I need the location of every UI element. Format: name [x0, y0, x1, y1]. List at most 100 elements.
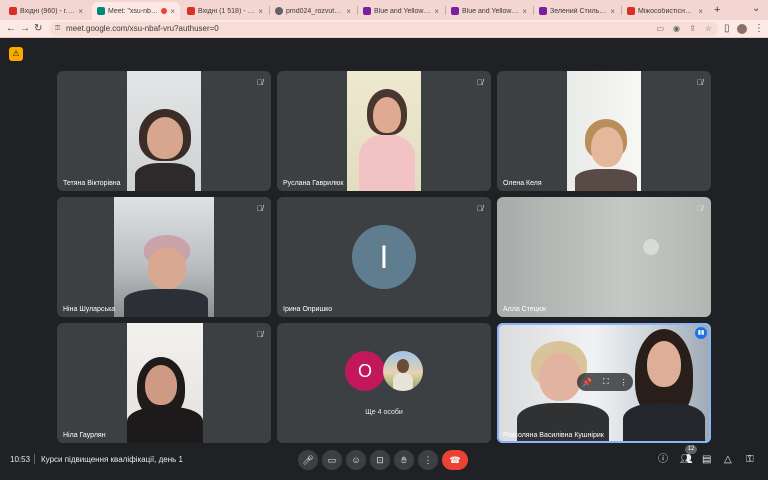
tab-title: Meet: "xsu-nbaf- — [108, 7, 159, 15]
canva-icon — [363, 7, 371, 15]
url-text: meet.google.com/xsu-nbaf-vru?authuser=0 — [66, 24, 219, 33]
tab-title: pmd024_rozvutok_m — [286, 7, 343, 15]
participant-tile[interactable]: 🎙̸ Ніна Шуларська — [57, 197, 271, 317]
forward-arrow-icon[interactable]: → — [20, 23, 30, 35]
meet-area: ⚠ 🎙̸ Тетяна Вікторівна 🎙̸ Руслана Гаврил… — [0, 38, 768, 480]
reload-icon[interactable]: ↻ — [34, 23, 42, 35]
tab-gmail-1[interactable]: Вхідні (960) - r.kus@ × — [4, 2, 88, 20]
participant-tile[interactable]: 🎙̸ Ніла Гаурлян — [57, 323, 271, 443]
mic-in-use-icon[interactable]: ◉ — [673, 22, 680, 36]
participant-name: Ніна Шуларська — [63, 306, 116, 313]
browser-toolbar: ← → ↻ ⚿ meet.google.com/xsu-nbaf-vru?aut… — [0, 20, 768, 38]
pin-icon[interactable]: 📌 — [582, 378, 592, 387]
side-panel-icon[interactable]: ▯ — [724, 23, 730, 35]
participant-tile[interactable]: 🎙̸ Руслана Гаврилюк — [277, 71, 491, 191]
mic-off-icon: 🎙̸ — [477, 78, 483, 87]
close-tab-icon[interactable]: × — [170, 7, 175, 16]
close-tab-icon[interactable]: × — [434, 7, 439, 16]
browser-menu-icon[interactable]: ⋮ — [754, 23, 764, 35]
face-shape — [373, 97, 401, 133]
activities-icon[interactable]: △ — [724, 455, 732, 465]
face-shape — [145, 365, 177, 405]
close-tab-icon[interactable]: × — [78, 7, 83, 16]
bookmark-star-icon[interactable]: ☆ — [705, 22, 712, 36]
tab-gmail-2[interactable]: Вхідні (1 518) - rocon × — [182, 2, 268, 20]
mic-off-icon: 🎙̸ — [697, 204, 703, 213]
leave-call-button[interactable]: ☎︎ — [442, 450, 468, 470]
emoji-button[interactable]: ☺ — [346, 450, 366, 470]
mic-button[interactable]: 🎤︎ — [298, 450, 318, 470]
meet-info-icon[interactable]: ⚠ — [9, 47, 23, 61]
tab-canva-1[interactable]: Blue and Yellow Playf × — [358, 2, 444, 20]
participant-video — [567, 71, 641, 191]
participant-video — [127, 71, 201, 191]
people-icon[interactable]: 👥︎ — [680, 455, 693, 465]
participant-name: Тетяна Вікторівна — [63, 180, 121, 187]
speaking-indicator-icon: ▮▮ — [695, 327, 707, 339]
face-shape — [539, 353, 581, 401]
globe-icon — [275, 7, 283, 15]
browser-tab-strip: Вхідні (960) - r.kus@ × Meet: "xsu-nbaf-… — [0, 0, 768, 20]
raise-hand-button[interactable]: ✋︎ — [394, 450, 414, 470]
tab-gmail-3[interactable]: Міжособистісний ко × — [622, 2, 708, 20]
camera-button[interactable]: ▭ — [322, 450, 342, 470]
body-shape — [575, 169, 637, 191]
participant-name: Роксоляна Василівна Кушнірик — [503, 432, 604, 439]
more-options-button[interactable]: ⋮ — [418, 450, 438, 470]
face-shape — [148, 247, 186, 289]
participant-tile[interactable]: 🎙̸ Олена Келя — [497, 71, 711, 191]
participant-video — [127, 323, 203, 443]
participant-tile[interactable]: 🎙̸ Алла Стецюк — [497, 197, 711, 317]
others-tile[interactable]: O Ще 4 особи — [277, 323, 491, 443]
participant-tile[interactable]: I 🎙̸ Ірина Опришко — [277, 197, 491, 317]
chat-icon[interactable]: ▤ — [702, 455, 711, 465]
tab-canva-2[interactable]: Blue and Yellow Playf × — [446, 2, 532, 20]
participant-name: Алла Стецюк — [503, 306, 547, 313]
tab-title: Blue and Yellow Playf — [374, 7, 432, 15]
light-fixture-shape — [643, 239, 659, 255]
more-vert-icon[interactable]: ⋮ — [620, 378, 628, 387]
close-tab-icon[interactable]: × — [346, 7, 351, 16]
meeting-details-icon[interactable]: ⓘ — [658, 455, 668, 465]
participant-name: Ірина Опришко — [283, 306, 333, 313]
close-tab-icon[interactable]: × — [258, 7, 263, 16]
recording-dot-icon — [161, 8, 168, 14]
face-shape — [397, 359, 409, 373]
present-button[interactable]: ⊡ — [370, 450, 390, 470]
mic-off-icon: 🎙̸ — [697, 78, 703, 87]
participant-video — [347, 71, 421, 191]
raise-hand-icon: ✋︎ — [401, 455, 407, 465]
body-shape — [359, 135, 415, 191]
face-shape — [591, 127, 623, 167]
share-icon[interactable]: ⇪ — [689, 22, 696, 36]
participant-tile-speaking[interactable]: 📌 ⛶ ⋮ ▮▮ Роксоляна Василівна Кушнірик — [497, 323, 711, 443]
meet-icon — [97, 7, 105, 15]
tab-meet[interactable]: Meet: "xsu-nbaf- × — [92, 2, 180, 20]
mic-off-icon: 🎙̸ — [257, 78, 263, 87]
present-screen-icon: ⊡ — [376, 455, 384, 465]
address-bar[interactable]: ⚿ meet.google.com/xsu-nbaf-vru?authuser=… — [50, 22, 718, 36]
camera-icon: ▭ — [327, 455, 337, 465]
tab-title: Зелений Стильний — [550, 7, 608, 15]
tab-title: Міжособистісний ко — [638, 7, 695, 15]
new-tab-button[interactable]: + — [714, 4, 720, 16]
host-controls-icon[interactable]: ⚿ — [746, 455, 754, 465]
close-tab-icon[interactable]: × — [522, 7, 527, 16]
site-info-icon[interactable]: ⚿ — [55, 22, 60, 36]
close-tab-icon[interactable]: × — [610, 7, 615, 16]
gmail-icon — [9, 7, 17, 15]
frame-icon[interactable]: ⛶ — [603, 377, 609, 387]
others-avatar-photo — [383, 351, 423, 391]
tab-canva-3[interactable]: Зелений Стильний × — [534, 2, 620, 20]
participant-video — [114, 197, 214, 317]
participant-tile[interactable]: 🎙̸ Тетяна Вікторівна — [57, 71, 271, 191]
tab-pmd024[interactable]: pmd024_rozvutok_m × — [270, 2, 356, 20]
close-tab-icon[interactable]: × — [698, 7, 703, 16]
profile-avatar[interactable] — [737, 24, 747, 34]
back-arrow-icon[interactable]: ← — [6, 23, 16, 35]
call-end-icon: ☎︎ — [449, 455, 461, 465]
tab-search-icon[interactable]: ⌄ — [752, 3, 760, 15]
participant-name: Руслана Гаврилюк — [283, 180, 344, 187]
camera-in-use-icon[interactable]: ▭ — [656, 22, 664, 36]
meeting-title: Курси підвищення кваліфікації, день 1 — [41, 455, 183, 464]
